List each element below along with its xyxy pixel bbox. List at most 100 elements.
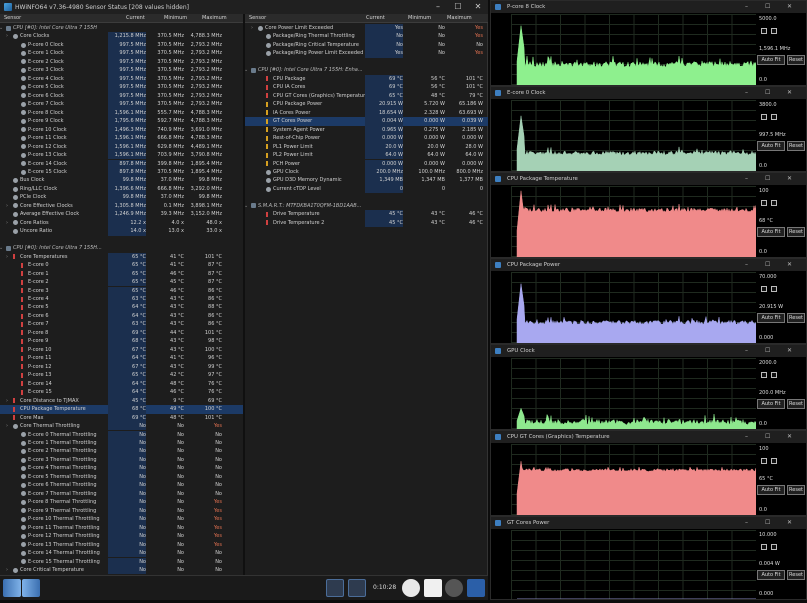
graph-checkbox-2[interactable] bbox=[771, 458, 777, 464]
graph-checkbox-2[interactable] bbox=[771, 372, 777, 378]
graph-minimize-button[interactable]: – bbox=[745, 259, 748, 271]
graph-checkbox-2[interactable] bbox=[771, 28, 777, 34]
sensor-row[interactable]: GT Cores Power 0.004 W 0.000 W 0.039 W bbox=[245, 117, 488, 126]
auto-fit-button[interactable]: Auto Fit bbox=[757, 54, 785, 65]
sensor-row[interactable]: E-core 7 63 °C 43 °C 86 °C bbox=[0, 320, 243, 329]
sensor-row[interactable]: CPU Package Power 20.915 W 5.720 W 65.186 W bbox=[245, 100, 488, 109]
auto-fit-button[interactable]: Auto Fit bbox=[757, 226, 785, 237]
sensor-row[interactable]: Drive Temperature 2 45 °C 43 °C 46 °C bbox=[245, 218, 488, 228]
sensor-row[interactable]: Drive Temperature 45 °C 43 °C 46 °C bbox=[245, 210, 488, 219]
reset-button[interactable]: Reset bbox=[787, 226, 805, 237]
sensor-row[interactable]: › Core Temperatures 65 °C 41 °C 101 °C bbox=[0, 252, 243, 262]
sensor-row[interactable]: System Agent Power 0.965 W 0.275 W 2.185 W bbox=[245, 125, 488, 135]
graph-window[interactable]: CPU Package Power – ☐ ✕ 70.000 20.915 W Auto F… bbox=[490, 258, 807, 344]
sensor-row[interactable]: Package/Ring Power Limit Exceeded Yes No Ye… bbox=[245, 49, 488, 58]
sensor-row[interactable]: P-core 11 Thermal Throttling No No Yes bbox=[0, 523, 243, 533]
sensor-group-header[interactable]: ⌄ CPU [#0]: Intel Core Ultra 7 155H... bbox=[0, 244, 243, 252]
sensor-row[interactable]: E-core 0 Thermal Throttling No No No bbox=[0, 430, 243, 439]
auto-fit-button[interactable]: Auto Fit bbox=[757, 398, 785, 409]
graph-minimize-button[interactable]: – bbox=[745, 431, 748, 443]
sensor-row[interactable]: IA Cores Power 18.654 W 2.328 W 63.693 W bbox=[245, 108, 488, 118]
sensor-row[interactable]: E-core 14 Clock 897.8 MHz 399.8 MHz 1,895.4… bbox=[0, 159, 243, 168]
expand-toggle-icon[interactable]: › bbox=[6, 202, 8, 210]
col-sensor-header[interactable]: Sensor bbox=[4, 14, 21, 23]
report-icon[interactable] bbox=[424, 579, 442, 597]
col-sensor-header-2[interactable]: Sensor bbox=[249, 14, 266, 23]
sensor-row[interactable]: E-core 3 Thermal Throttling No No No bbox=[0, 455, 243, 465]
graph-checkbox-2[interactable] bbox=[771, 286, 777, 292]
sensor-row[interactable]: P-core 10 Clock 1,496.3 MHz 740.9 MHz 3,691… bbox=[0, 125, 243, 135]
sensor-row[interactable]: E-core 3 Clock 997.5 MHz 370.5 MHz 2,793.2 … bbox=[0, 66, 243, 75]
sensor-row[interactable]: › Core Critical Temperature No No No bbox=[0, 566, 243, 575]
sensor-row[interactable]: PL1 Power Limit 20.0 W 20.0 W 28.0 W bbox=[245, 142, 488, 151]
sensor-row[interactable]: › Core Clocks 1,215.8 MHz 370.5 MHz 4,788.3 … bbox=[0, 32, 243, 41]
sensor-list-right[interactable]: › Core Power Limit Exceeded Yes No Yes Packag… bbox=[245, 24, 488, 575]
auto-fit-button[interactable]: Auto Fit bbox=[757, 569, 785, 580]
graph-window[interactable]: P-core 8 Clock – ☐ ✕ 5000.0 1,596.1 MHz Auto F… bbox=[490, 0, 807, 86]
sensor-row[interactable]: E-core 15 Thermal Throttling No No No bbox=[0, 557, 243, 566]
close-button[interactable]: ✕ bbox=[468, 0, 488, 14]
reset-button[interactable]: Reset bbox=[787, 569, 805, 580]
col-minimum-header-2[interactable]: Minimum bbox=[408, 14, 431, 23]
close-x-icon[interactable] bbox=[467, 579, 485, 597]
sensor-row[interactable]: E-core 2 Clock 997.5 MHz 370.5 MHz 2,793.2 … bbox=[0, 57, 243, 67]
sensor-row[interactable]: Current cTDP Level 0 0 0 bbox=[245, 184, 488, 194]
expand-toggle-icon[interactable]: › bbox=[251, 24, 253, 32]
sensor-row[interactable]: E-core 2 65 °C 45 °C 87 °C bbox=[0, 278, 243, 287]
expand-toggle-icon[interactable]: ⌄ bbox=[0, 244, 3, 252]
sensor-row[interactable]: Package/Ring Thermal Throttling No No Yes bbox=[245, 32, 488, 41]
clock-icon[interactable] bbox=[402, 579, 420, 597]
col-maximum-header-2[interactable]: Maximum bbox=[447, 14, 472, 23]
graph-window[interactable]: E-core 0 Clock – ☐ ✕ 3800.0 997.5 MHz Auto Fit… bbox=[490, 86, 807, 172]
sensor-row[interactable]: Package/Ring Critical Temperature No No No bbox=[245, 40, 488, 50]
graph-checkbox-1[interactable] bbox=[761, 200, 767, 206]
graph-window[interactable]: CPU Package Temperature – ☐ ✕ 100 68 °C Auto F… bbox=[490, 172, 807, 258]
minimize-button[interactable]: – bbox=[428, 0, 448, 14]
graph-close-button[interactable]: ✕ bbox=[787, 345, 792, 357]
col-maximum-header[interactable]: Maximum bbox=[202, 14, 227, 23]
auto-fit-button[interactable]: Auto Fit bbox=[757, 140, 785, 151]
graph-close-button[interactable]: ✕ bbox=[787, 173, 792, 185]
sensor-row[interactable]: E-core 4 Thermal Throttling No No No bbox=[0, 464, 243, 473]
sensor-row[interactable]: Rest-of-Chip Power 0.000 W 0.000 W 0.000 W bbox=[245, 134, 488, 143]
sensor-row[interactable]: E-core 1 Clock 997.5 MHz 370.5 MHz 2,793.2 … bbox=[0, 49, 243, 58]
sensor-row[interactable]: P-core 9 Thermal Throttling No No Yes bbox=[0, 506, 243, 516]
sensor-row[interactable]: › Core Effective Clocks 1,305.8 MHz 0.1 MHz… bbox=[0, 201, 243, 211]
sensor-row[interactable]: P-core 10 67 °C 43 °C 100 °C bbox=[0, 345, 243, 355]
graph-window[interactable]: GPU Clock – ☐ ✕ 2000.0 200.0 MHz Auto Fit Reset… bbox=[490, 344, 807, 430]
sensor-group-header[interactable]: ⌄ CPU [#0]: Intel Core Ultra 7 155H bbox=[0, 24, 243, 32]
expand-toggle-icon[interactable]: › bbox=[6, 397, 8, 405]
sensor-row[interactable]: P-core 13 65 °C 42 °C 97 °C bbox=[0, 371, 243, 380]
sensor-row[interactable]: Ring/LLC Clock 1,396.6 MHz 666.8 MHz 3,292.… bbox=[0, 184, 243, 194]
reset-button[interactable]: Reset bbox=[787, 312, 805, 323]
sensor-row[interactable]: E-core 2 Thermal Throttling No No No bbox=[0, 447, 243, 456]
sensor-row[interactable]: › Core Ratios 12.2 x 4.0 x 48.0 x bbox=[0, 218, 243, 228]
sensor-row[interactable]: › Core Power Limit Exceeded Yes No Yes bbox=[245, 24, 488, 33]
graph-minimize-button[interactable]: – bbox=[745, 1, 748, 13]
graph-minimize-button[interactable]: – bbox=[745, 173, 748, 185]
graph-checkbox-1[interactable] bbox=[761, 372, 767, 378]
col-current-header[interactable]: Current bbox=[126, 14, 145, 23]
graph-checkbox-1[interactable] bbox=[761, 544, 767, 550]
reset-button[interactable]: Reset bbox=[787, 54, 805, 65]
sensor-row[interactable]: E-core 6 Clock 997.5 MHz 370.5 MHz 2,793.2 … bbox=[0, 91, 243, 101]
graph-close-button[interactable]: ✕ bbox=[787, 1, 792, 13]
sensor-row[interactable]: P-core 12 Clock 1,596.1 MHz 629.8 MHz 4,489… bbox=[0, 142, 243, 151]
sensor-row[interactable]: E-core 14 64 °C 48 °C 76 °C bbox=[0, 379, 243, 389]
sensor-row[interactable]: PCIe Clock 99.8 MHz 37.0 MHz 99.8 MHz bbox=[0, 193, 243, 202]
sensor-row[interactable]: E-core 15 64 °C 46 °C 76 °C bbox=[0, 388, 243, 397]
col-current-header-2[interactable]: Current bbox=[366, 14, 385, 23]
sensor-row[interactable]: P-core 8 Clock 1,596.1 MHz 555.7 MHz 4,788.… bbox=[0, 108, 243, 118]
sensor-list-left[interactable]: ⌄ CPU [#0]: Intel Core Ultra 7 155H › Core … bbox=[0, 24, 243, 575]
sensor-row[interactable]: P-core 12 67 °C 43 °C 99 °C bbox=[0, 362, 243, 372]
expand-toggle-icon[interactable]: › bbox=[6, 32, 8, 40]
reset-button[interactable]: Reset bbox=[787, 484, 805, 495]
sensor-row[interactable]: E-core 7 Thermal Throttling No No No bbox=[0, 489, 243, 499]
graph-maximize-button[interactable]: ☐ bbox=[765, 517, 770, 529]
sensor-row[interactable]: E-core 4 63 °C 43 °C 86 °C bbox=[0, 295, 243, 304]
graph-close-button[interactable]: ✕ bbox=[787, 517, 792, 529]
graph-checkbox-2[interactable] bbox=[771, 114, 777, 120]
sensor-row[interactable]: PL2 Power Limit 64.0 W 64.0 W 64.0 W bbox=[245, 151, 488, 160]
sensor-row[interactable]: Bus Clock 99.8 MHz 37.0 MHz 99.8 MHz bbox=[0, 176, 243, 185]
sensor-row[interactable]: P-core 9 68 °C 43 °C 98 °C bbox=[0, 337, 243, 346]
